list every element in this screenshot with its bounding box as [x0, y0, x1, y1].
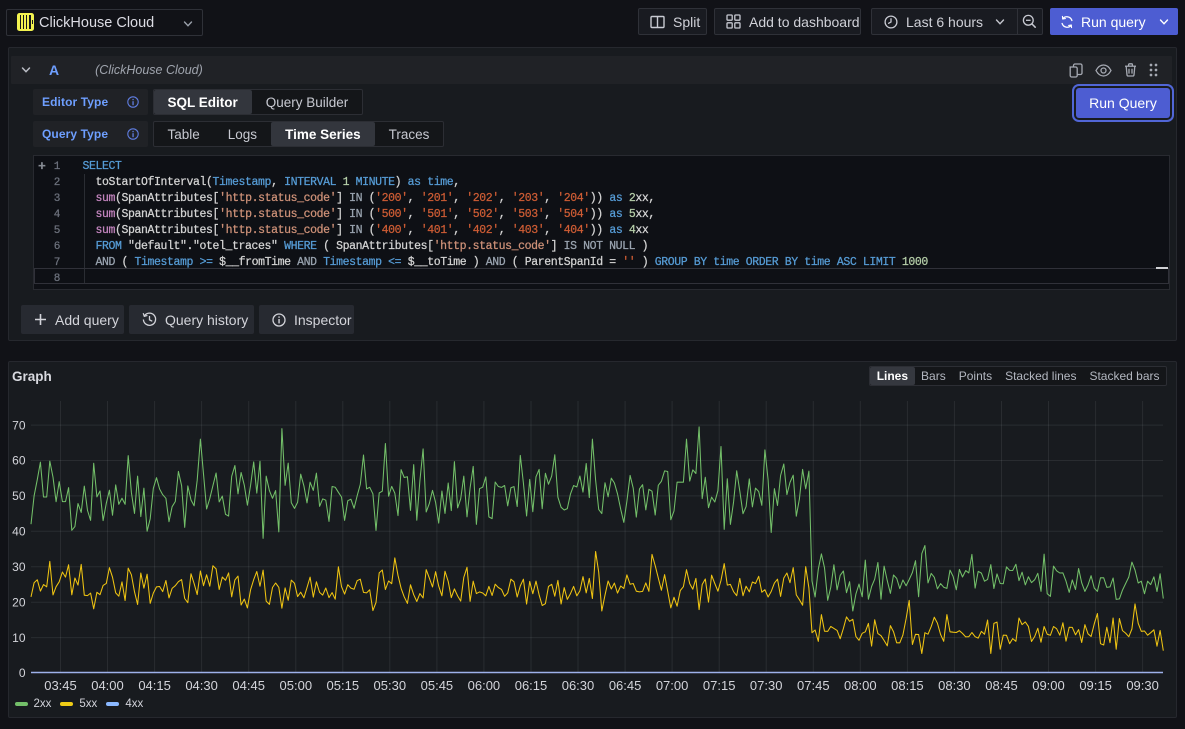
svg-text:04:00: 04:00	[91, 678, 124, 693]
svg-text:08:15: 08:15	[891, 678, 924, 693]
svg-text:06:00: 06:00	[468, 678, 501, 693]
svg-text:10: 10	[12, 631, 26, 645]
svg-text:08:30: 08:30	[938, 678, 971, 693]
svg-text:60: 60	[12, 454, 26, 468]
svg-text:50: 50	[12, 489, 26, 503]
svg-text:06:30: 06:30	[562, 678, 595, 693]
svg-text:09:00: 09:00	[1032, 678, 1065, 693]
svg-text:20: 20	[12, 595, 26, 609]
svg-text:07:45: 07:45	[797, 678, 830, 693]
svg-text:05:30: 05:30	[374, 678, 407, 693]
svg-text:07:30: 07:30	[750, 678, 783, 693]
svg-text:04:15: 04:15	[138, 678, 171, 693]
svg-text:05:00: 05:00	[280, 678, 313, 693]
svg-text:05:15: 05:15	[327, 678, 360, 693]
svg-text:70: 70	[12, 418, 26, 432]
svg-text:0: 0	[19, 666, 26, 680]
svg-text:03:45: 03:45	[44, 678, 77, 693]
svg-text:09:30: 09:30	[1126, 678, 1159, 693]
svg-text:07:00: 07:00	[656, 678, 689, 693]
svg-text:05:45: 05:45	[421, 678, 454, 693]
svg-text:07:15: 07:15	[703, 678, 736, 693]
svg-text:09:15: 09:15	[1079, 678, 1112, 693]
svg-text:06:45: 06:45	[609, 678, 642, 693]
svg-text:30: 30	[12, 560, 26, 574]
svg-text:08:45: 08:45	[985, 678, 1018, 693]
svg-text:04:30: 04:30	[185, 678, 218, 693]
svg-text:08:00: 08:00	[844, 678, 877, 693]
svg-text:06:15: 06:15	[515, 678, 548, 693]
svg-text:40: 40	[12, 525, 26, 539]
svg-text:04:45: 04:45	[232, 678, 265, 693]
